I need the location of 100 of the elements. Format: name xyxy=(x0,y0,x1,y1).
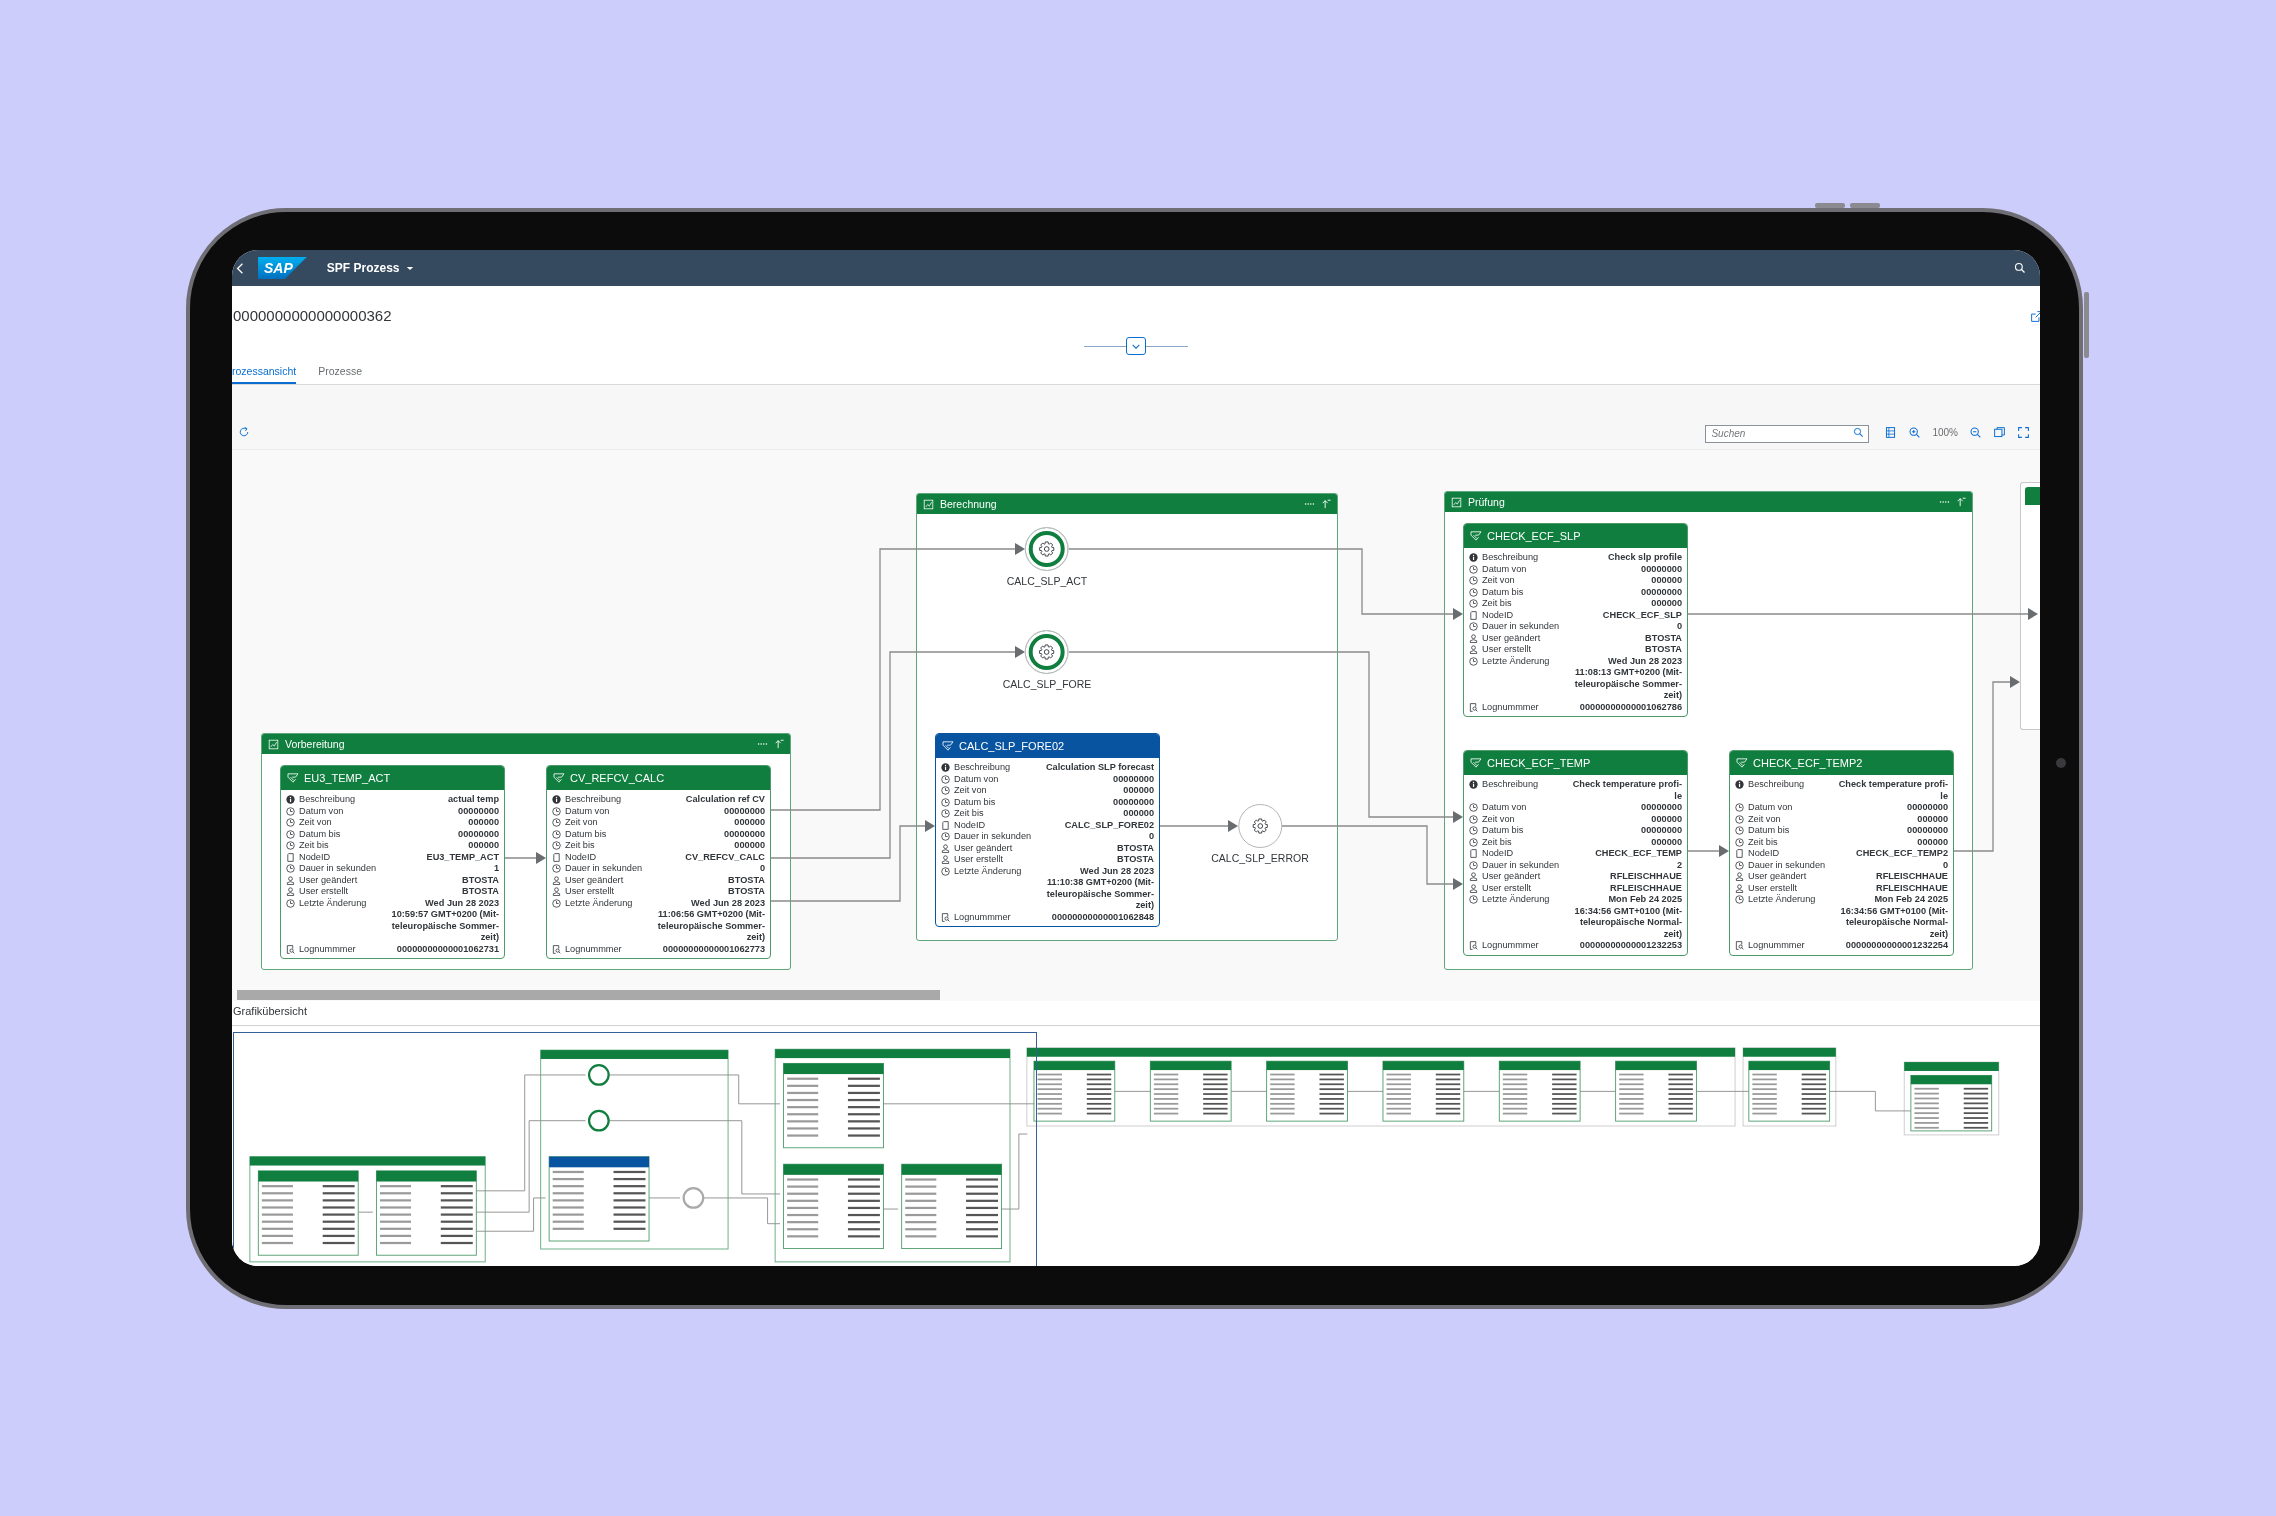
field-value: Check temperature profi- le xyxy=(1837,779,1948,802)
app-title[interactable]: SPF Prozess xyxy=(326,261,400,275)
field-value: CHECK_ECF_SLP xyxy=(1601,609,1682,621)
clock-icon xyxy=(552,898,561,908)
step-label: CALC_SLP_FORE xyxy=(1002,678,1092,690)
field-label: Dauer in sekunden xyxy=(1482,859,1560,871)
field-label: Lognummmer xyxy=(299,943,356,955)
clock-icon xyxy=(1735,860,1744,870)
field-label: Zeit von xyxy=(954,785,987,797)
collapse-icon[interactable] xyxy=(774,739,784,749)
field-label: Datum von xyxy=(1748,802,1793,814)
tab[interactable]: Prozesse xyxy=(318,357,362,384)
field-value: BTOSTA xyxy=(727,874,765,886)
field-value: BTOSTA xyxy=(461,886,499,898)
field-value: 00000000000001062786 xyxy=(1578,701,1682,713)
field-value: 000000 xyxy=(1650,598,1682,610)
person-icon xyxy=(1469,645,1478,654)
process-card[interactable] xyxy=(280,765,505,959)
camera-dot xyxy=(2056,758,2066,768)
clock-icon xyxy=(1735,803,1744,812)
process-card[interactable] xyxy=(1463,523,1688,717)
field-label: User geändert xyxy=(1482,871,1541,883)
field-value: 000000 xyxy=(467,817,499,829)
funnel-icon xyxy=(553,773,565,783)
card-title: CHECK_ECF_TEMP xyxy=(1487,757,1591,769)
field-value: RFLEISCHHAUE xyxy=(1609,871,1682,883)
field-label: Lognummmer xyxy=(1482,940,1539,952)
process-card[interactable] xyxy=(546,765,771,959)
collapse-icon[interactable] xyxy=(1956,497,1966,507)
clock-icon xyxy=(1469,895,1478,904)
document-icon xyxy=(286,852,295,862)
process-card[interactable] xyxy=(1729,750,1954,956)
field-value: actual temp xyxy=(446,794,499,806)
search-field[interactable]: Suchen xyxy=(1705,424,1870,443)
clock-icon xyxy=(1735,895,1744,904)
clock-icon xyxy=(552,864,561,873)
clock-icon xyxy=(1469,622,1478,631)
clock-icon xyxy=(286,864,295,873)
card-title: CHECK_ECF_TEMP2 xyxy=(1753,757,1863,769)
field-label: Letzte Änderung xyxy=(1482,894,1550,906)
field-label: Zeit bis xyxy=(299,840,329,852)
logo: SAP xyxy=(258,257,307,279)
field-value: 0 xyxy=(1147,831,1154,843)
clock-icon xyxy=(941,866,950,876)
field-label: NodeID xyxy=(1748,848,1780,860)
field-label: Dauer in sekunden xyxy=(1482,621,1560,633)
export-icon[interactable] xyxy=(2030,310,2040,323)
clock-icon xyxy=(1469,564,1478,574)
info-icon xyxy=(1735,780,1744,789)
field-value: 000000 xyxy=(1916,836,1948,848)
fullscreen-icon[interactable] xyxy=(2017,425,2030,439)
more-icon[interactable] xyxy=(1304,502,1315,506)
collapse-icon[interactable] xyxy=(1321,499,1331,509)
collapse-button[interactable] xyxy=(1126,337,1146,355)
field-value: 00000000000001232254 xyxy=(1844,940,1948,952)
info-icon xyxy=(1469,553,1478,562)
clock-icon xyxy=(552,818,561,827)
field-value: 00000000000001062848 xyxy=(1050,911,1154,923)
field-label: User geändert xyxy=(1482,632,1541,644)
field-value: 1 xyxy=(492,863,499,875)
field-value: 00000000 xyxy=(1906,825,1948,837)
process-card[interactable] xyxy=(935,733,1160,927)
field-value: 000000 xyxy=(1650,836,1682,848)
overview-icon[interactable] xyxy=(1993,425,2006,439)
field-label: User erstellt xyxy=(954,854,1003,866)
funnel-icon xyxy=(942,741,954,751)
back-icon[interactable] xyxy=(236,261,244,275)
field-label: Zeit bis xyxy=(565,840,595,852)
field-label: User erstellt xyxy=(565,886,614,898)
funnel-icon xyxy=(1736,758,1748,768)
field-label: Beschreibung xyxy=(299,794,356,806)
field-value: 000000 xyxy=(1122,785,1154,797)
document-icon xyxy=(1469,849,1478,858)
zoom-in-icon[interactable] xyxy=(1908,425,1922,439)
lane-header xyxy=(2025,487,2040,505)
process-card[interactable] xyxy=(1463,750,1688,956)
step-label: CALC_SLP_ERROR xyxy=(1211,852,1309,864)
field-value: 00000000000001232253 xyxy=(1578,940,1682,952)
more-icon[interactable] xyxy=(757,742,768,746)
zoom-out-icon[interactable] xyxy=(1969,425,1982,439)
step-label: CALC_SLP_ACT xyxy=(1006,575,1088,587)
field-label: Letzte Änderung xyxy=(565,897,633,909)
caret-icon[interactable] xyxy=(405,265,414,271)
field-value: Wed Jun 28 2023 11:06:56 GMT+0200 (Mit- teleuropäische Sommer- zeit) xyxy=(656,897,765,944)
connector-arrow xyxy=(504,852,546,864)
clock-icon xyxy=(286,841,295,850)
scrollbar-thumb[interactable] xyxy=(237,990,940,1000)
more-icon[interactable] xyxy=(1939,500,1950,504)
clock-icon xyxy=(941,809,950,818)
field-value: Wed Jun 28 2023 11:10:38 GMT+0200 (Mit- teleuropäische Sommer- zeit) xyxy=(1045,865,1154,912)
clock-icon xyxy=(1469,576,1478,585)
chart-icon xyxy=(923,498,934,510)
field-label: Datum von xyxy=(1482,802,1527,814)
refresh-icon[interactable] xyxy=(238,426,250,438)
field-label: NodeID xyxy=(954,819,986,831)
viewport-frame[interactable] xyxy=(233,1032,1037,1266)
field-value: EU3_TEMP_ACT xyxy=(425,851,499,863)
clock-icon xyxy=(552,841,561,850)
legend-icon[interactable] xyxy=(1884,425,1898,439)
search-icon[interactable] xyxy=(2014,262,2026,274)
